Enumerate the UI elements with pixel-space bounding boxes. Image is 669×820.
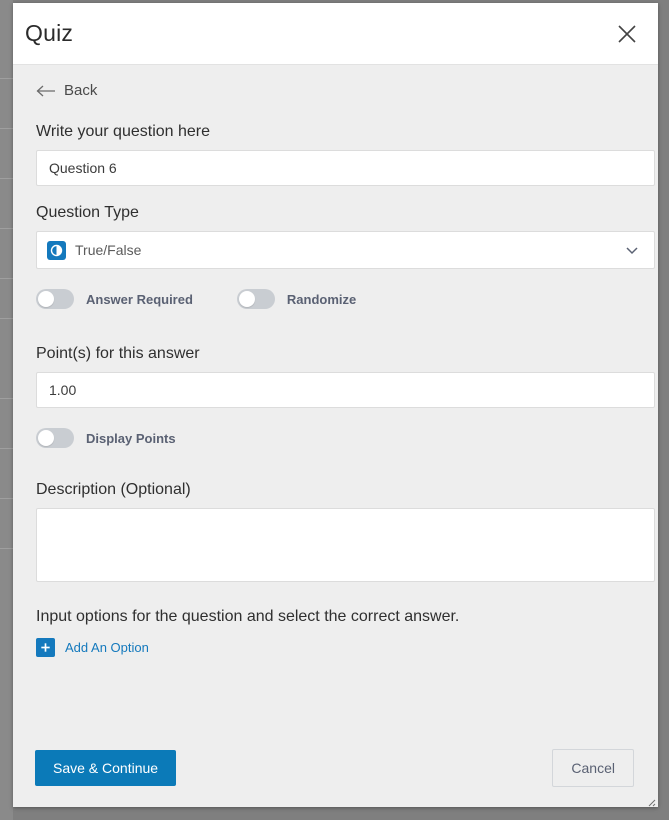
randomize-label: Randomize	[286, 291, 357, 307]
true-false-icon	[47, 240, 66, 260]
page-title: Quiz	[25, 20, 74, 46]
back-label: Back	[64, 82, 98, 99]
answer-required-toggle[interactable]	[36, 289, 74, 309]
chevron-down-icon	[626, 247, 638, 255]
cancel-button[interactable]: Cancel	[552, 749, 634, 787]
points-label: Point(s) for this answer	[36, 345, 200, 362]
points-input[interactable]	[36, 372, 655, 408]
display-points-group: Display Points	[36, 428, 176, 448]
modal-footer: Save & Continue Cancel	[13, 739, 658, 807]
display-points-row: Display Points	[25, 428, 646, 448]
plus-icon	[36, 638, 55, 657]
question-type-select[interactable]: True/False	[36, 231, 655, 269]
answer-required-group: Answer Required	[36, 289, 193, 309]
description-label: Description (Optional)	[36, 481, 191, 498]
back-button[interactable]: Back	[25, 65, 97, 109]
description-textarea[interactable]	[36, 508, 655, 582]
question-type-value: True/False	[75, 242, 142, 258]
modal-body: Back Write your question here Question T…	[13, 65, 658, 745]
background-lines	[0, 0, 13, 820]
randomize-toggle[interactable]	[236, 289, 275, 309]
close-icon[interactable]	[610, 17, 644, 51]
resize-handle[interactable]	[644, 794, 656, 807]
question-options-toggles: Answer Required Randomize	[25, 289, 646, 309]
answer-required-label: Answer Required	[86, 291, 193, 307]
display-points-toggle[interactable]	[36, 428, 74, 448]
quiz-modal: Quiz Back Write your question here Quest…	[13, 3, 658, 807]
question-field-label: Write your question here	[36, 123, 211, 140]
options-hint: Input options for the question and selec…	[36, 608, 460, 625]
arrow-left-icon	[36, 85, 55, 96]
save-continue-button[interactable]: Save & Continue	[35, 750, 177, 786]
randomize-group: Randomize	[236, 289, 357, 309]
display-points-label: Display Points	[86, 430, 176, 446]
question-input[interactable]	[36, 150, 655, 186]
question-type-label: Question Type	[36, 204, 139, 221]
add-option-button[interactable]: Add An Option	[25, 638, 149, 657]
modal-header: Quiz	[13, 3, 658, 65]
add-option-label: Add An Option	[65, 640, 149, 655]
